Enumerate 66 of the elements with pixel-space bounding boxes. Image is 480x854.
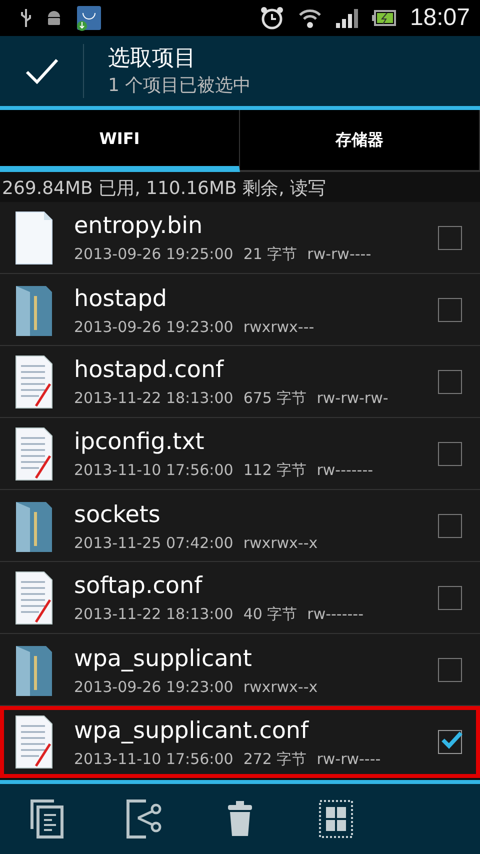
select-all-button[interactable] <box>316 799 356 839</box>
file-name: softap.conf <box>74 572 204 601</box>
checkbox[interactable] <box>438 514 462 538</box>
selection-count: 1 个项目已被选中 <box>108 74 252 98</box>
file-date: 2013-11-10 17:56:00 <box>74 461 234 480</box>
file-size: 21 字节 <box>243 245 298 264</box>
file-date: 2013-11-22 18:13:00 <box>74 389 234 408</box>
file-row[interactable]: softap.conf 2013-11-22 18:13:00 40 字节 rw------- <box>0 562 480 634</box>
checkbox[interactable] <box>438 442 462 466</box>
file-permissions: rw-rw---- <box>307 245 372 264</box>
file-icon <box>14 210 54 266</box>
highlighted-file-row[interactable]: wpa_supplicant.conf 2013-11-10 17:56:00 272 字节 rw-rw---- <box>0 706 480 778</box>
file-date: 2013-11-22 18:13:00 <box>74 605 234 624</box>
file-name: wpa_supplicant.conf <box>74 716 310 746</box>
battery-charging-icon <box>372 10 396 26</box>
checkmark-icon <box>24 58 58 84</box>
signal-icon <box>336 8 358 28</box>
file-name: entropy.bin <box>74 212 204 241</box>
checkbox[interactable] <box>438 298 462 322</box>
text-file-icon <box>14 714 54 770</box>
file-row[interactable]: ipconfig.txt 2013-11-10 17:56:00 112 字节 rw------- <box>0 418 480 490</box>
file-date: 2013-09-26 19:25:00 <box>74 245 234 264</box>
file-permissions: rwxrwx--x <box>243 534 318 552</box>
file-size: 112 字节 <box>243 461 307 480</box>
file-permissions: rw------- <box>316 461 374 480</box>
copy-icon <box>30 799 66 839</box>
file-name: hostapd.conf <box>74 356 225 385</box>
checkbox[interactable] <box>438 730 462 754</box>
tab[interactable]: WIFI <box>0 110 240 172</box>
alarm-clock-icon <box>260 6 284 30</box>
checkbox[interactable] <box>438 658 462 682</box>
clock-time: 18:07 <box>410 4 470 32</box>
checkbox[interactable] <box>438 370 462 394</box>
file-row[interactable]: sockets 2013-11-25 07:42:00 rwxrwx--x <box>0 490 480 562</box>
file-date: 2013-09-26 19:23:00 <box>74 678 234 696</box>
tab[interactable]: 存储器 <box>240 110 480 172</box>
file-row[interactable]: hostapd 2013-09-26 19:23:00 rwxrwx--- <box>0 274 480 346</box>
file-row[interactable]: hostapd.conf 2013-11-22 18:13:00 675 字节 rw-rw-rw- <box>0 346 480 418</box>
file-permissions: rwxrwx--- <box>243 318 314 336</box>
file-name: sockets <box>74 500 162 530</box>
action-title: 选取项目 <box>108 45 197 73</box>
file-name: hostapd <box>74 284 168 314</box>
wifi-icon <box>298 7 322 29</box>
file-permissions: rw------- <box>307 605 364 624</box>
file-date: 2013-09-26 19:23:00 <box>74 318 234 336</box>
checkbox[interactable] <box>438 586 462 610</box>
select-all-icon <box>318 799 354 839</box>
file-row[interactable]: wpa_supplicant 2013-09-26 19:23:00 rwxrwx--x <box>0 634 480 706</box>
file-name: ipconfig.txt <box>74 428 206 457</box>
file-permissions: rw-rw---- <box>316 750 381 768</box>
text-file-icon <box>14 426 54 482</box>
file-size: 272 字节 <box>243 750 307 768</box>
file-date: 2013-11-10 17:56:00 <box>74 750 234 768</box>
bag-icon <box>76 5 102 31</box>
file-name: wpa_supplicant <box>74 644 253 674</box>
text-file-icon <box>14 354 54 410</box>
checkbox[interactable] <box>438 226 462 250</box>
text-file-icon <box>14 570 54 626</box>
file-row[interactable]: entropy.bin 2013-09-26 19:25:00 21 字节 rw-rw---- <box>0 202 480 274</box>
file-date: 2013-11-25 07:42:00 <box>74 534 234 552</box>
checkmark-icon <box>441 731 463 749</box>
file-size: 675 字节 <box>243 389 307 408</box>
file-permissions: rw-rw-rw- <box>316 389 388 408</box>
usb-icon <box>20 8 32 28</box>
file-permissions: rwxrwx--x <box>243 678 318 696</box>
file-size: 40 字节 <box>243 605 298 624</box>
